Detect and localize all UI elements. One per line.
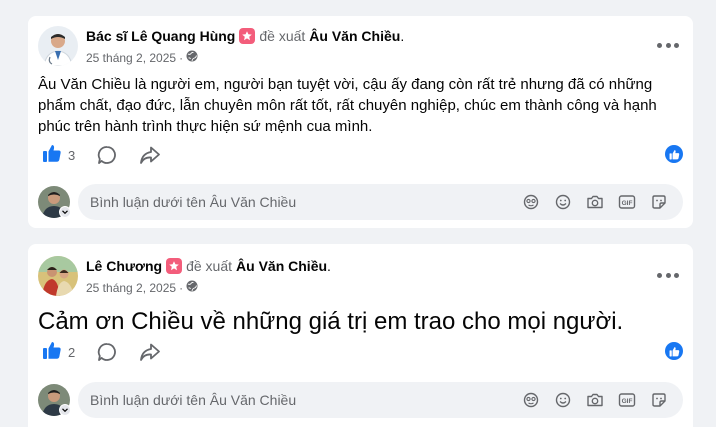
post-header: Lê Chương đề xuất Âu Văn Chiều.: [86, 258, 331, 274]
recommendation-post: Lê Chương đề xuất Âu Văn Chiều. 25 tháng…: [28, 244, 693, 427]
camera-icon[interactable]: [579, 390, 611, 410]
post-date-row: 25 tháng 2, 2025 ·: [86, 50, 198, 65]
camera-icon[interactable]: [579, 192, 611, 212]
svg-text:GIF: GIF: [622, 200, 633, 207]
post-actions: 3: [42, 144, 183, 166]
comment-composer: GIF: [38, 382, 683, 418]
sticker-icon[interactable]: [643, 192, 675, 212]
comment-tools: GIF: [515, 382, 675, 418]
emoji-icon[interactable]: [547, 192, 579, 212]
post-body: Cảm ơn Chiều về những giá trị em trao ch…: [38, 308, 624, 335]
recommendation-post: Bác sĩ Lê Quang Hùng đề xuất Âu Văn Chiề…: [28, 16, 693, 228]
post-actions: 2: [42, 341, 183, 363]
more-dots-icon[interactable]: [657, 38, 679, 52]
comment-composer: GIF: [38, 184, 683, 220]
thumbs-up-icon[interactable]: [42, 340, 62, 365]
speech-bubble-icon[interactable]: [97, 342, 117, 362]
post-body: Âu Văn Chiều là người em, người bạn tuyệ…: [38, 76, 657, 135]
avatar-sticker-icon[interactable]: [515, 390, 547, 410]
author-avatar[interactable]: [38, 256, 78, 296]
post-date[interactable]: 25 tháng 2, 2025: [86, 51, 176, 65]
gif-icon[interactable]: GIF: [611, 390, 643, 410]
comment-input[interactable]: [90, 184, 390, 220]
recommend-label: đề xuất: [186, 258, 233, 274]
comment-input[interactable]: [90, 382, 390, 418]
like-reaction-icon[interactable]: [665, 145, 683, 163]
sticker-icon[interactable]: [643, 390, 675, 410]
comment-box: GIF: [78, 382, 683, 418]
like-reaction-icon[interactable]: [665, 342, 683, 360]
avatar-sticker-icon[interactable]: [515, 192, 547, 212]
like-count[interactable]: 3: [68, 148, 75, 163]
author-name[interactable]: Bác sĩ Lê Quang Hùng: [86, 28, 235, 44]
author-name[interactable]: Lê Chương: [86, 258, 162, 274]
recommend-badge-icon: [239, 28, 256, 44]
thumbs-up-icon[interactable]: [42, 143, 62, 168]
page-name-link[interactable]: Âu Văn Chiều: [309, 28, 400, 44]
chevron-down-icon[interactable]: [59, 404, 71, 416]
comment-tools: GIF: [515, 184, 675, 220]
post-date-row: 25 tháng 2, 2025 ·: [86, 280, 198, 295]
page-name-link[interactable]: Âu Văn Chiều: [236, 258, 327, 274]
globe-icon: [186, 280, 198, 295]
share-arrow-icon[interactable]: [139, 145, 161, 165]
author-avatar[interactable]: [38, 26, 78, 66]
comment-box: GIF: [78, 184, 683, 220]
recommend-badge-icon: [166, 258, 183, 274]
speech-bubble-icon[interactable]: [97, 145, 117, 165]
chevron-down-icon[interactable]: [59, 206, 71, 218]
globe-icon: [186, 50, 198, 65]
more-dots-icon[interactable]: [657, 268, 679, 282]
recommend-label: đề xuất: [259, 28, 306, 44]
gif-icon[interactable]: GIF: [611, 192, 643, 212]
emoji-icon[interactable]: [547, 390, 579, 410]
like-count[interactable]: 2: [68, 345, 75, 360]
svg-text:GIF: GIF: [622, 398, 633, 405]
post-date[interactable]: 25 tháng 2, 2025: [86, 281, 176, 295]
share-arrow-icon[interactable]: [139, 342, 161, 362]
post-header: Bác sĩ Lê Quang Hùng đề xuất Âu Văn Chiề…: [86, 28, 405, 44]
